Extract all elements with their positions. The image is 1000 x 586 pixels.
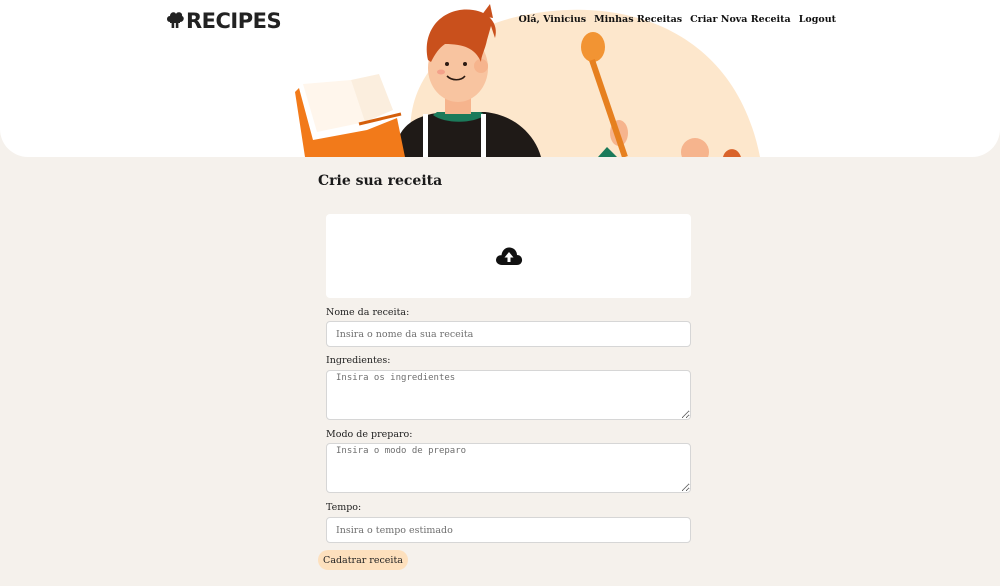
nav-create-recipe[interactable]: Criar Nova Receita [690,14,791,25]
recipe-name-label: Nome da receita: [326,307,410,318]
submit-recipe-button[interactable]: Cadatrar receita [318,550,408,570]
ingredients-label: Ingredientes: [326,355,391,366]
nav-my-recipes[interactable]: Minhas Receitas [594,14,682,25]
chef-hat-icon [167,12,184,28]
image-upload-area[interactable] [326,214,691,298]
main-nav: Olá, Vinicius Minhas Receitas Criar Nova… [518,14,836,25]
logo[interactable]: RECIPES [166,9,282,33]
recipe-name-input[interactable] [326,321,691,347]
header: RECIPES Olá, Vinicius Minhas Receitas Cr… [0,0,1000,157]
time-label: Tempo: [326,502,362,513]
nav-logout[interactable]: Logout [799,14,836,25]
logo-text: RECIPES [186,9,282,33]
nav-greeting[interactable]: Olá, Vinicius [518,14,586,25]
time-input[interactable] [326,517,691,543]
preparation-textarea[interactable] [326,443,691,493]
page-title: Crie sua receita [318,173,443,189]
cloud-upload-icon [495,247,522,265]
preparation-label: Modo de preparo: [326,429,413,440]
ingredients-textarea[interactable] [326,370,691,420]
